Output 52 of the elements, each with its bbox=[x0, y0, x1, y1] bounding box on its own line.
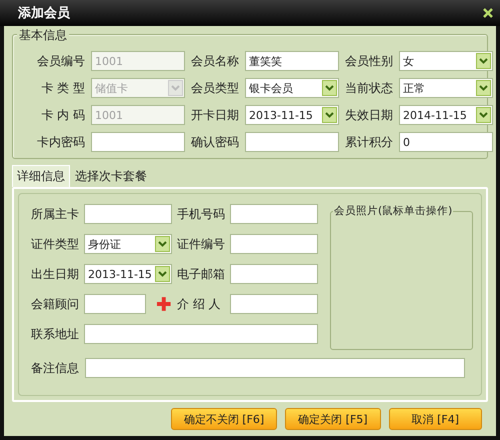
group-title: 基本信息 bbox=[17, 27, 69, 44]
field-label: 所属主卡 bbox=[31, 206, 79, 222]
field-label: 卡 类 型 bbox=[40, 80, 85, 96]
field-label: 开卡日期 bbox=[191, 106, 239, 124]
input-field[interactable] bbox=[91, 132, 185, 152]
field-label: 电子邮箱 bbox=[177, 266, 225, 282]
field-label: 会员类型 bbox=[191, 80, 239, 96]
input-field[interactable]: 0 bbox=[399, 132, 493, 152]
plus-icon[interactable] bbox=[156, 296, 172, 312]
field-label: 联系地址 bbox=[31, 326, 79, 342]
input-field[interactable] bbox=[230, 234, 318, 254]
input-field[interactable]: 董笑笑 bbox=[245, 51, 339, 71]
field-label: 确认密码 bbox=[191, 134, 239, 150]
input-field[interactable] bbox=[84, 294, 146, 314]
field-label: 会员性别 bbox=[345, 52, 393, 70]
field-label: 证件类型 bbox=[31, 236, 79, 252]
field-label: 手机号码 bbox=[177, 206, 225, 222]
group-title: 会员照片(鼠标单击操作) bbox=[333, 204, 454, 218]
input-field[interactable] bbox=[84, 204, 172, 224]
window-title: 添加会员 bbox=[18, 5, 70, 22]
dropdown-field[interactable]: 身份证 bbox=[84, 234, 172, 254]
field-label: 会员名称 bbox=[191, 52, 239, 70]
dropdown-field[interactable]: 2013-11-15 bbox=[84, 264, 172, 284]
dialog-button[interactable]: 确定不关闭 [F6] bbox=[170, 408, 278, 430]
input-field[interactable] bbox=[84, 324, 318, 344]
close-icon[interactable] bbox=[482, 7, 494, 19]
field-label: 会籍顾问 bbox=[31, 296, 79, 312]
input-field[interactable] bbox=[85, 358, 465, 378]
field-label: 失效日期 bbox=[345, 106, 393, 124]
photo-group-box[interactable]: 会员照片(鼠标单击操作) bbox=[330, 204, 473, 350]
field-label: 当前状态 bbox=[345, 80, 393, 96]
field-label: 备注信息 bbox=[31, 360, 79, 376]
input-field[interactable] bbox=[230, 204, 318, 224]
input-field[interactable] bbox=[230, 264, 318, 284]
tab[interactable]: 详细信息 bbox=[12, 165, 70, 187]
dropdown-field[interactable]: 2014-11-15 bbox=[399, 105, 493, 125]
input-field[interactable] bbox=[245, 132, 339, 152]
field-label: 出生日期 bbox=[31, 266, 79, 282]
tab[interactable]: 选择次卡套餐 bbox=[70, 165, 152, 187]
field-label: 卡内密码 bbox=[37, 134, 85, 150]
field-label: 会员编号 bbox=[37, 52, 85, 70]
input-field[interactable] bbox=[230, 294, 318, 314]
dropdown-field[interactable]: 女 bbox=[399, 51, 493, 71]
field-label: 证件编号 bbox=[177, 236, 225, 252]
field-label: 介 绍 人 bbox=[177, 296, 222, 312]
dropdown-field[interactable]: 2013-11-15 bbox=[245, 105, 339, 125]
field-label: 卡 内 码 bbox=[40, 106, 85, 124]
dialog-button[interactable]: 确定关闭 [F5] bbox=[285, 408, 381, 430]
dropdown-field[interactable]: 银卡会员 bbox=[245, 78, 339, 98]
dropdown-field[interactable]: 正常 bbox=[399, 78, 493, 98]
dialog-button[interactable]: 取消 [F4] bbox=[388, 408, 482, 430]
field-label: 累计积分 bbox=[345, 134, 393, 150]
